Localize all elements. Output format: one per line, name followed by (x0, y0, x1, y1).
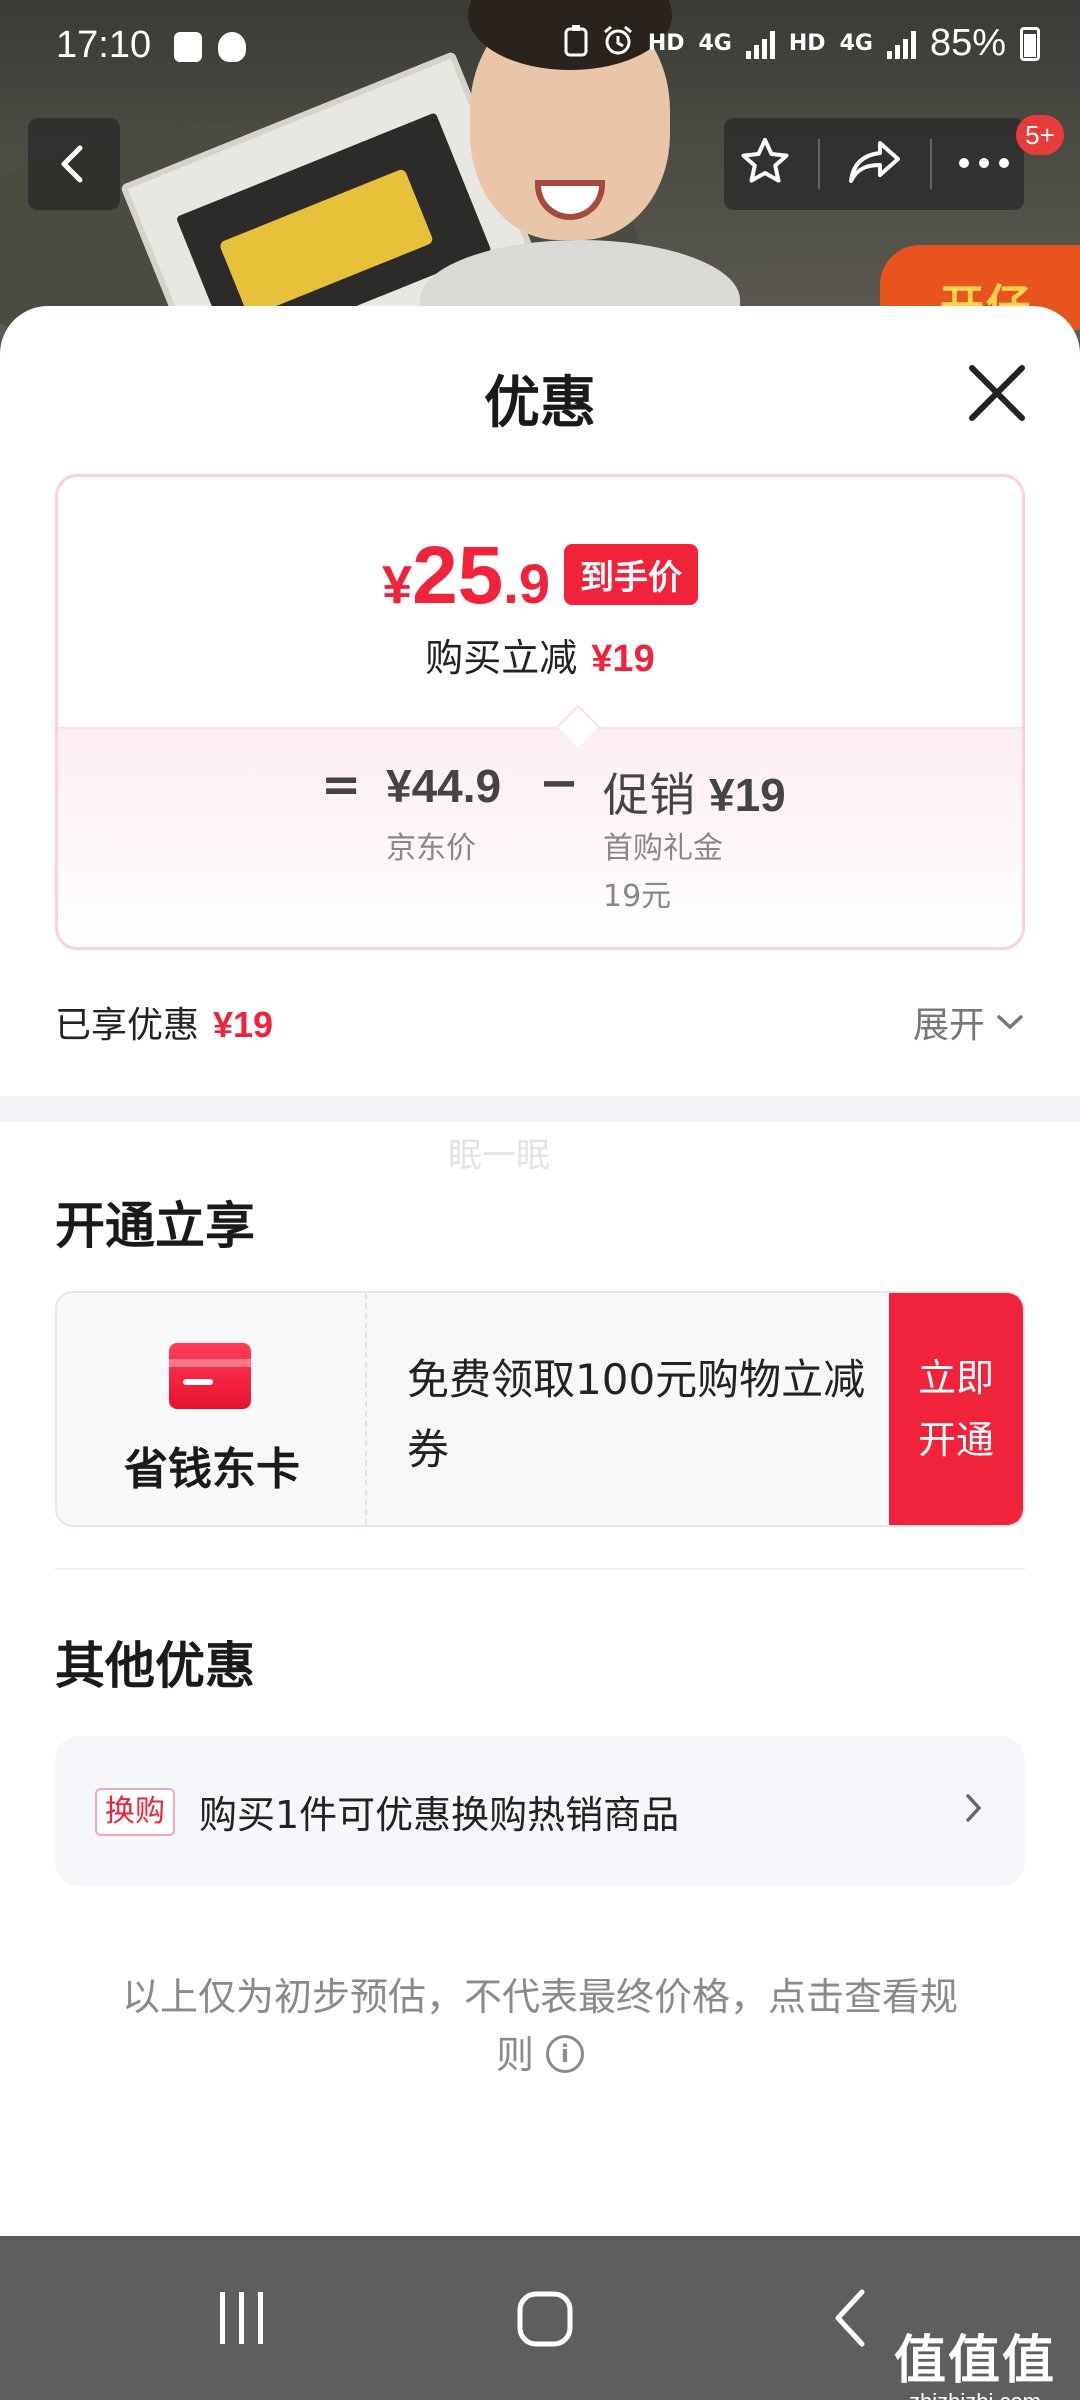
disclaimer-text: 以上仅为初步预估，不代表最终价格，点击查看规则 (121, 1975, 958, 2077)
chevron-right-icon (966, 1794, 982, 1822)
toy-truck (218, 168, 435, 318)
price-formula: = ¥44.9 京东价 − 促销 ¥19 首购礼金 19元 (58, 755, 1022, 937)
other-section-title: 其他优惠 (55, 1637, 255, 1695)
credit-card-icon (169, 1343, 251, 1409)
promo-label: 促销 (603, 768, 695, 822)
alarm-icon (602, 25, 634, 63)
membership-name: 省钱东卡 (124, 1444, 300, 1495)
price-decimal: .9 (503, 552, 550, 615)
minus-sign: − (539, 755, 580, 811)
more-icon (959, 157, 1010, 168)
enjoyed-value: ¥19 (213, 1004, 274, 1045)
expand-toggle[interactable]: 展开 (913, 996, 1025, 1048)
price-breakdown-card: ¥25.9 到手价 购买立减 ¥19 = ¥44.9 京东价 − 促销 ¥19 首购… (55, 474, 1025, 950)
status-time: 17:10 (56, 24, 152, 66)
promo-amount: 促销 ¥19 (603, 759, 786, 825)
enjoyed-discount: 已享优惠 ¥19 (55, 996, 273, 1048)
disclaimer-note[interactable]: 以上仅为初步预估，不代表最终价格，点击查看规则 i (110, 1968, 970, 2084)
status-indicators: HD 4G HD 4G 85% (564, 22, 1040, 65)
clock-app-icon (174, 32, 202, 62)
enjoyed-label: 已享优惠 (55, 1005, 200, 1046)
message-badge: 5+ (1016, 115, 1064, 155)
back-icon (61, 145, 83, 183)
site-watermark: 值值值 zhizhizhi.com (894, 2318, 1056, 2400)
membership-card[interactable]: 省钱东卡 免费领取100元购物立减券 立即开通 (55, 1291, 1025, 1527)
jd-price-label: 京东价 (386, 831, 476, 866)
recents-icon (220, 2292, 263, 2344)
favorite-button[interactable] (737, 134, 793, 194)
info-icon[interactable]: i (546, 2034, 584, 2073)
status-bar: 17:10 HD 4G HD 4G 85% (0, 0, 1080, 100)
more-button[interactable] (957, 155, 1011, 174)
divider (55, 1568, 1025, 1570)
instant-discount: 购买立减 ¥19 (58, 627, 1022, 682)
promo-sub-label: 首购礼金 (603, 831, 723, 866)
battery-icon (1020, 26, 1040, 61)
membership-desc: 免费领取100元购物立减券 (407, 1355, 866, 1474)
signal-icon-1 (745, 29, 775, 59)
final-price-tag: 到手价 (563, 544, 698, 605)
watermark-text: 眠一眠 (448, 1136, 550, 1176)
hd-label-1: HD (647, 31, 685, 56)
trade-in-offer-row[interactable]: 换购 购买1件可优惠换购热销商品 (55, 1736, 1025, 1886)
share-button[interactable] (846, 137, 904, 191)
nfc-icon (564, 24, 588, 63)
hd-label-2: HD (788, 31, 826, 56)
close-button[interactable] (962, 358, 1032, 428)
back-button[interactable] (28, 118, 120, 210)
final-price: ¥25.9 到手价 (58, 529, 1022, 623)
home-button[interactable] (516, 2288, 574, 2352)
top-action-group (724, 118, 1024, 210)
currency-symbol: ¥ (382, 555, 413, 615)
signal-icon-2 (886, 29, 916, 59)
site-watermark-domain: zhizhizhi.com (894, 2389, 1056, 2400)
promo-sub-value: 19元 (603, 879, 672, 914)
share-icon (848, 141, 900, 183)
back-icon (835, 2289, 865, 2347)
system-back-button[interactable] (828, 2288, 872, 2352)
expand-label: 展开 (912, 1005, 985, 1046)
nav-divider (929, 139, 932, 189)
battery-percent: 85% (929, 22, 1006, 64)
instant-discount-label: 购买立减 (425, 636, 578, 680)
trade-in-tag: 换购 (95, 1788, 175, 1836)
membership-card-left: 省钱东卡 (57, 1293, 367, 1525)
net-gen-2: 4G (839, 31, 873, 56)
sheet-title: 优惠 (484, 371, 596, 436)
activate-button[interactable]: 立即开通 (889, 1293, 1023, 1525)
home-icon (517, 2291, 573, 2347)
open-section-title: 开通立享 (55, 1197, 255, 1255)
jd-price: ¥44.9 (386, 760, 502, 812)
price-integer: 25 (412, 530, 504, 621)
promo-value: ¥19 (709, 769, 786, 821)
trade-in-text: 购买1件可优惠换购热销商品 (199, 1793, 680, 1837)
close-icon (969, 365, 1025, 421)
star-icon (741, 138, 789, 183)
chevron-down-icon (997, 1015, 1023, 1030)
site-watermark-name: 值值值 (893, 2331, 1056, 2391)
nav-divider (818, 139, 821, 189)
recents-button[interactable] (214, 2288, 270, 2352)
section-separator (0, 1096, 1080, 1122)
equals-sign: = (321, 757, 362, 813)
qq-icon (218, 32, 246, 62)
discount-sheet: 优惠 ¥25.9 到手价 购买立减 ¥19 = ¥44.9 京东价 − 促销 ¥19… (0, 306, 1080, 2236)
final-price-amount: ¥25.9 (382, 529, 550, 623)
instant-discount-value: ¥19 (591, 638, 655, 680)
net-gen-1: 4G (698, 31, 732, 56)
